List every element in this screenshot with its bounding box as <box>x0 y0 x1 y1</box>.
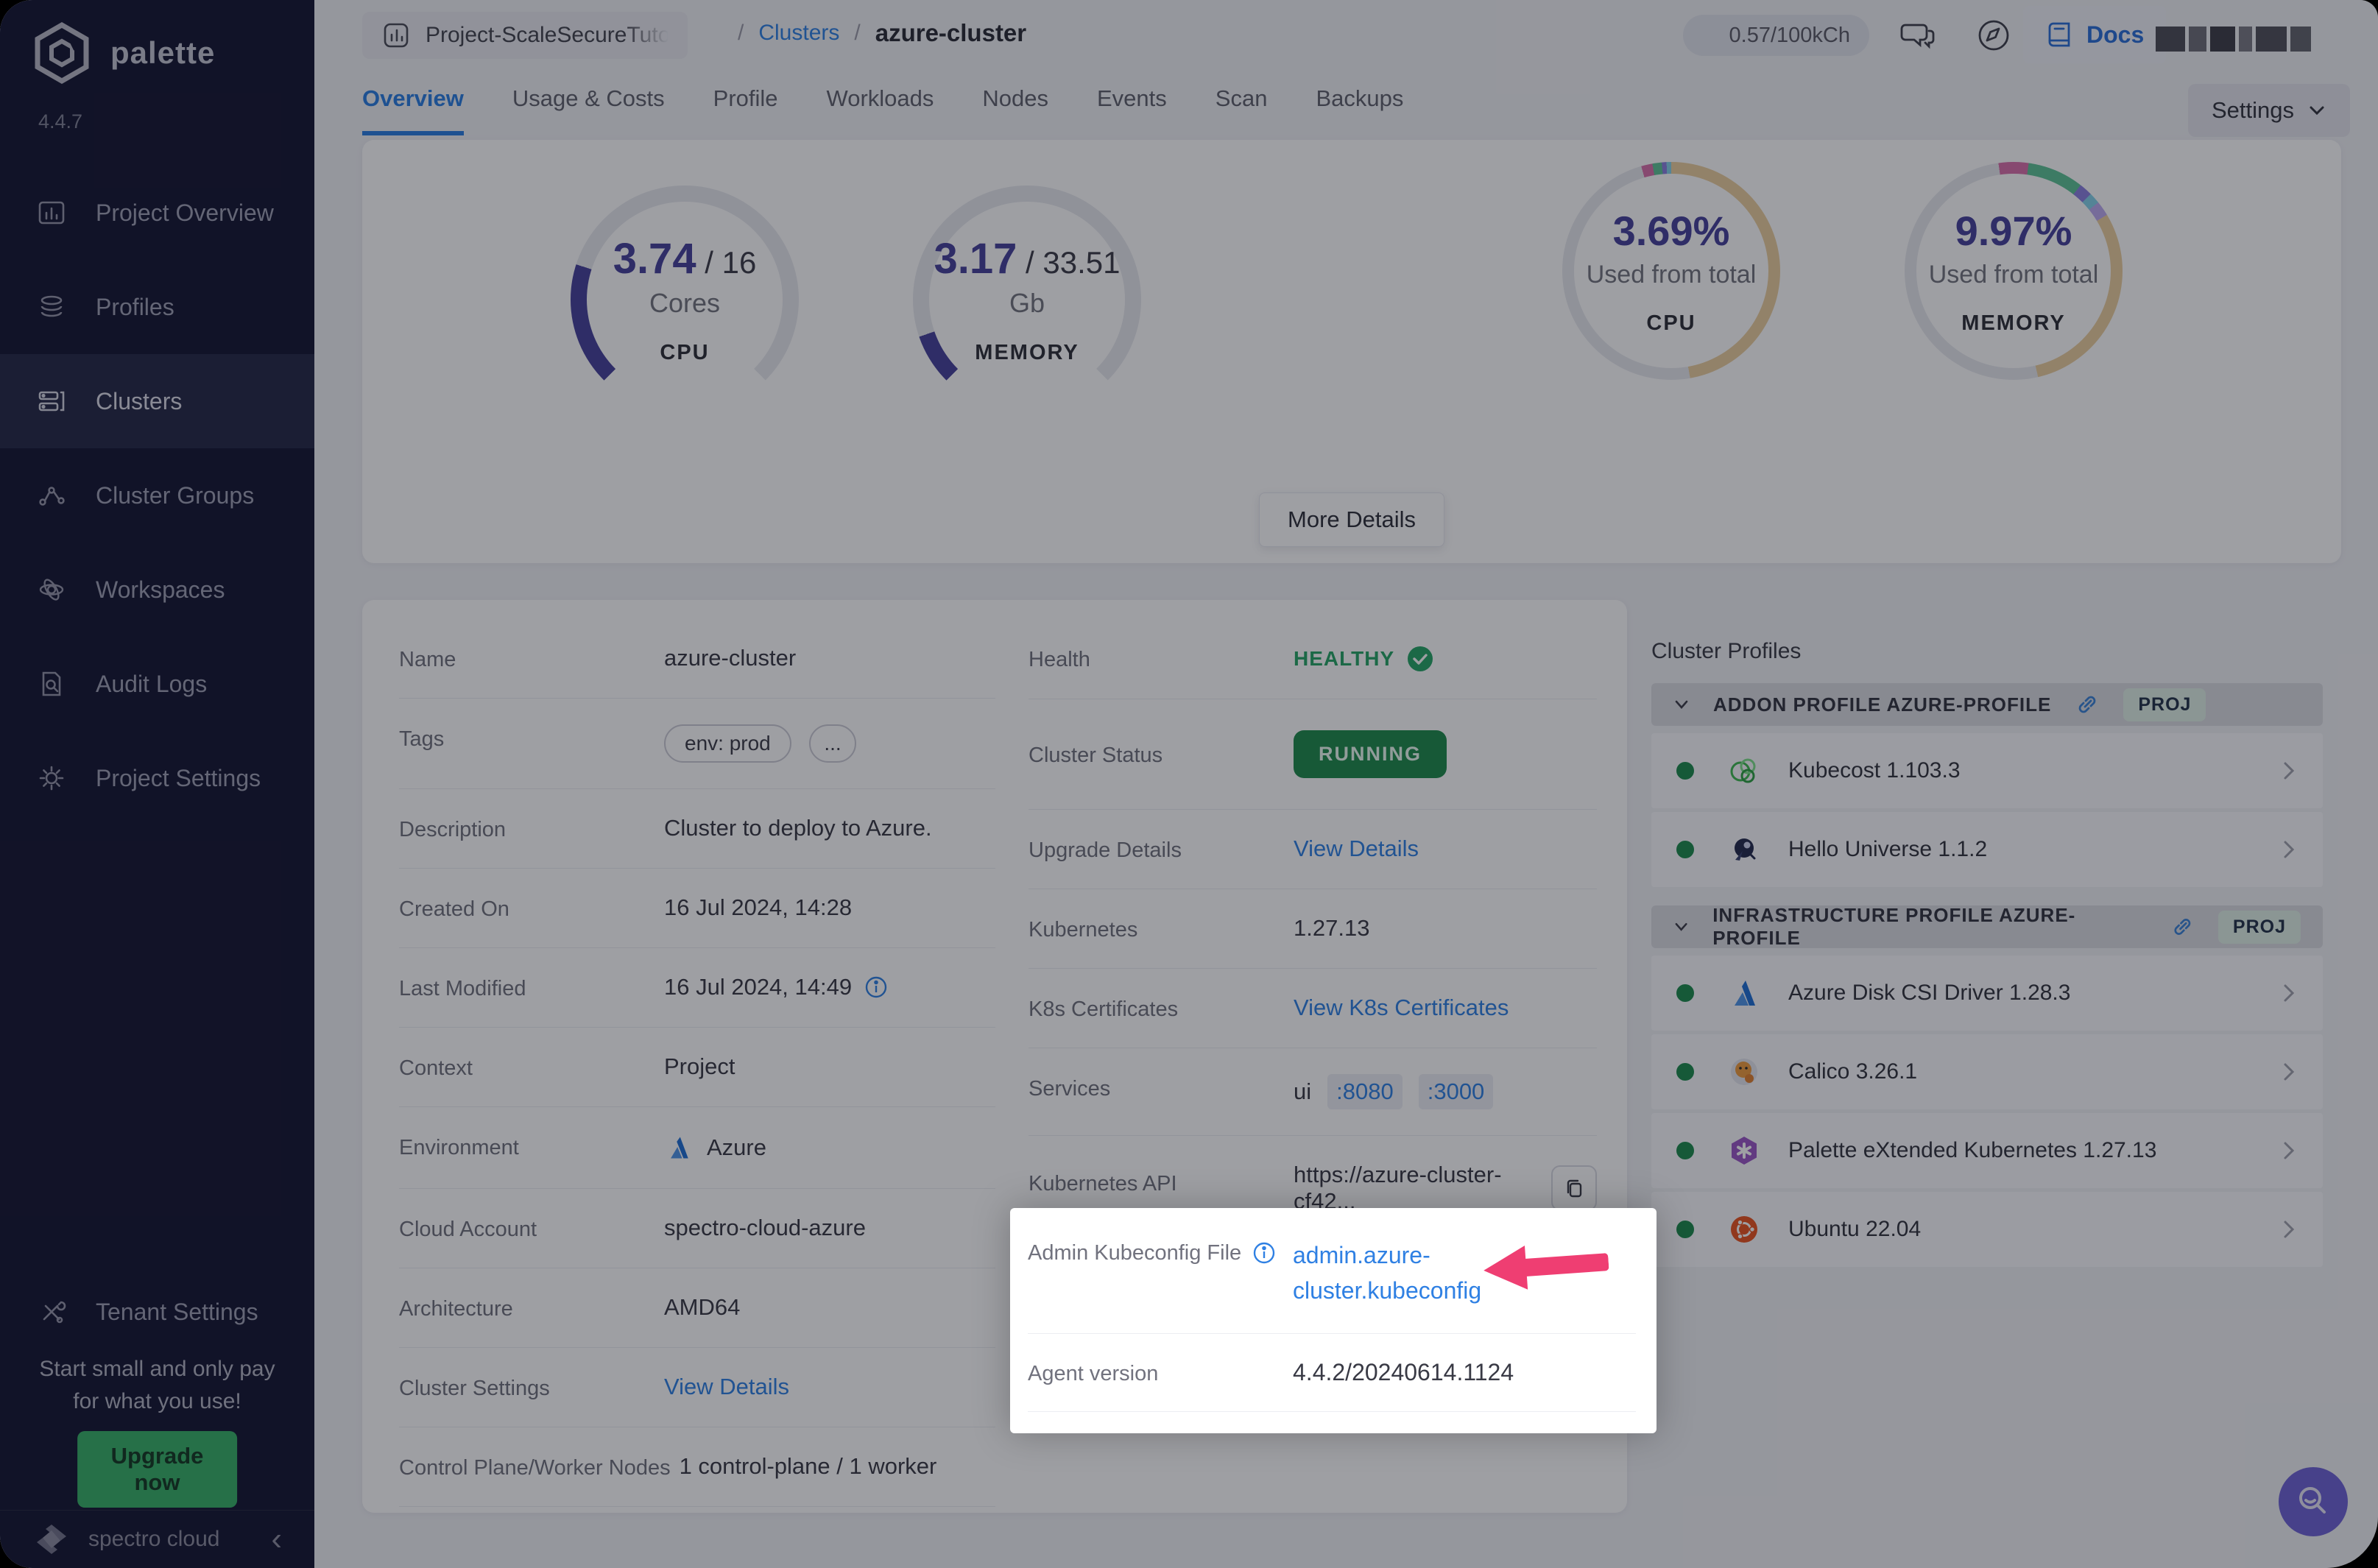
info-icon[interactable] <box>1252 1240 1277 1265</box>
admin-kubeconfig-download-link[interactable]: admin.azure- cluster.kubeconfig <box>1293 1237 1481 1308</box>
agent-version-row: Agent version 4.4.2/20240614.1124 <box>1028 1334 1636 1412</box>
agent-version-value: 4.4.2/20240614.1124 <box>1293 1359 1514 1386</box>
tutorial-arrow <box>1482 1238 1610 1294</box>
kubeconfig-link-line1: admin.azure- <box>1293 1237 1481 1273</box>
row-label: Admin Kubeconfig File <box>1028 1241 1241 1265</box>
kubeconfig-link-line2: cluster.kubeconfig <box>1293 1273 1481 1308</box>
row-label: Agent version <box>1028 1362 1158 1386</box>
app-window: palette 4.4.7 Project Overview Profiles <box>0 0 2378 1568</box>
